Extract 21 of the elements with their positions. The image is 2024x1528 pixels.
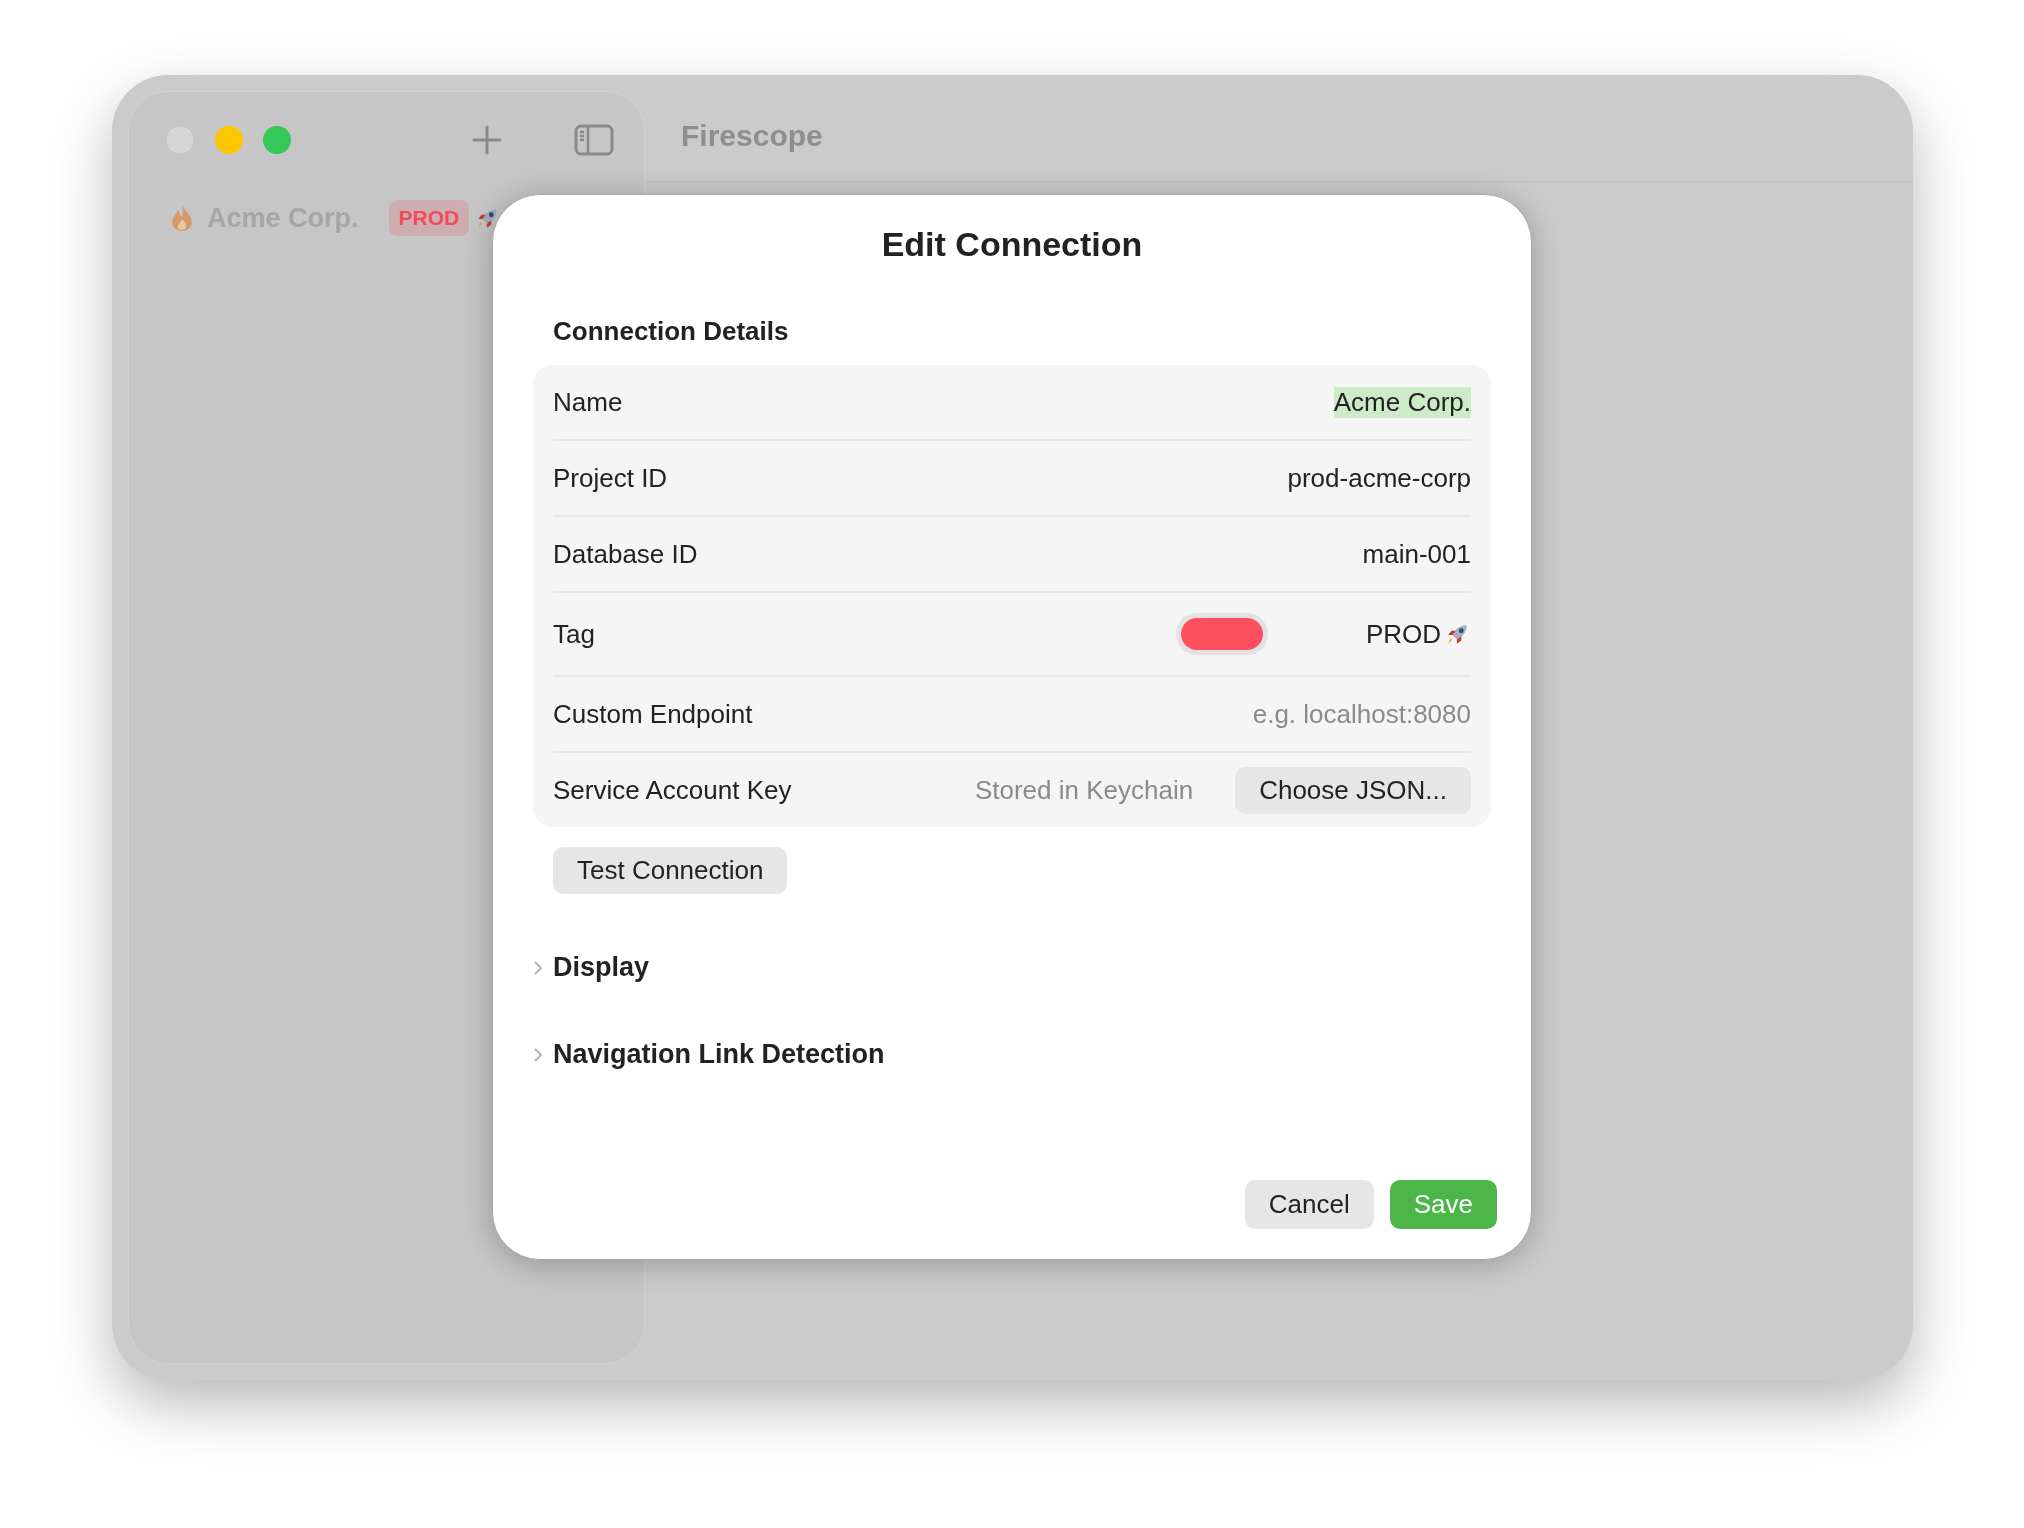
tag-value[interactable]: PROD xyxy=(1365,618,1441,650)
disclosure-row[interactable]: Navigation Link Detection xyxy=(533,1039,885,1070)
field-label: Database ID xyxy=(553,538,699,570)
text-field[interactable]: prod-acme-corp xyxy=(1287,462,1471,494)
window-title: Firescope xyxy=(681,119,823,153)
text-field[interactable]: main-001 xyxy=(1362,538,1471,570)
section-heading: Connection Details xyxy=(553,316,789,347)
disclosure-row[interactable]: Display xyxy=(533,952,650,983)
cancel-button[interactable]: Cancel xyxy=(1244,1180,1374,1229)
field-label: Custom Endpoint xyxy=(553,698,754,730)
field-label: Name xyxy=(553,386,624,418)
field-label: Tag xyxy=(553,618,596,650)
field-label: Service Account Key xyxy=(553,774,793,806)
dialog-title: Edit Connection xyxy=(881,225,1143,264)
test-connection-button[interactable]: Test Connection xyxy=(553,847,788,894)
endpoint-field[interactable]: e.g. localhost:8080 xyxy=(1171,698,1471,730)
tag-badge: PROD xyxy=(388,200,470,236)
field-label: Project ID xyxy=(553,462,669,494)
choose-json-button[interactable]: Choose JSON... xyxy=(1235,766,1471,814)
key-status: Stored in Keychain xyxy=(974,774,1194,806)
text-field[interactable]: Acme Corp. xyxy=(1333,386,1471,418)
